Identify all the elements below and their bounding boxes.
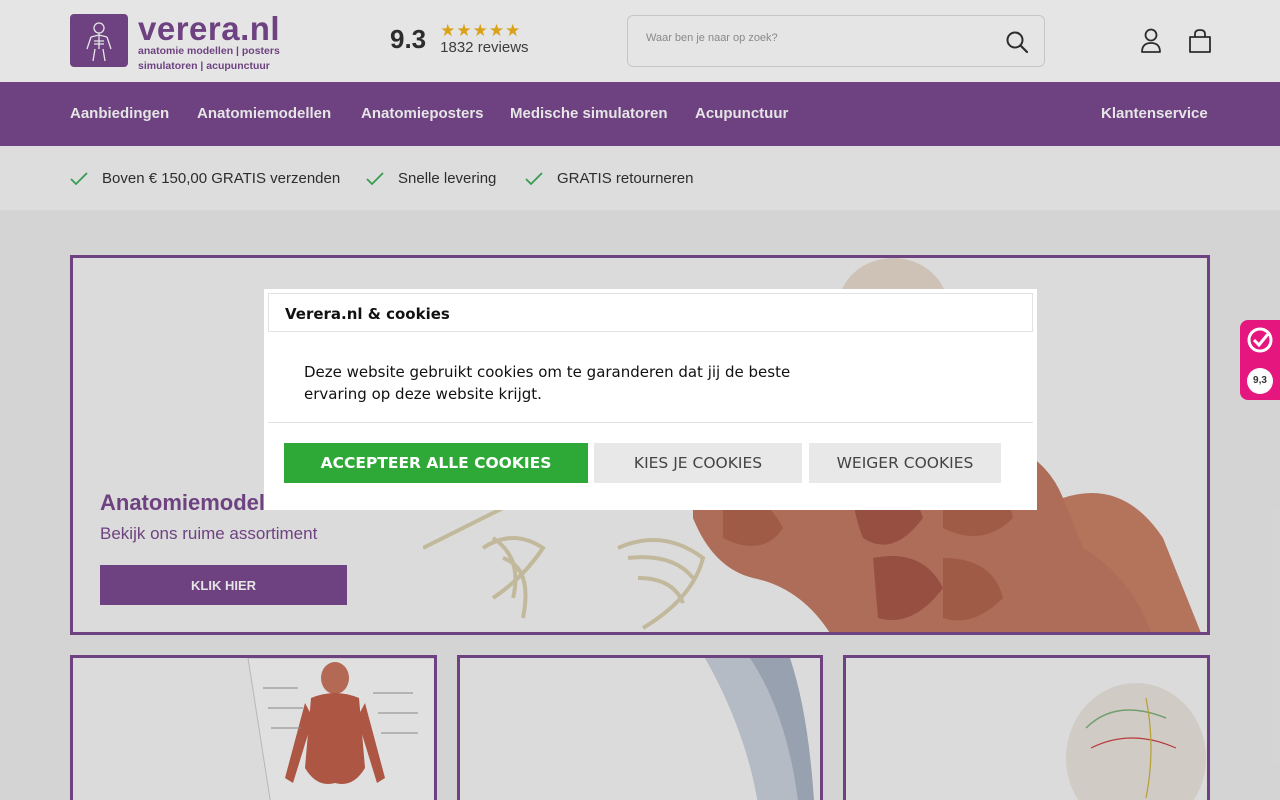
choose-cookies-button[interactable]: KIES JE COOKIES bbox=[594, 443, 802, 483]
widget-score: 9,3 bbox=[1247, 368, 1273, 394]
modal-divider bbox=[268, 422, 1033, 423]
cookie-consent-modal: Verera.nl & cookies Deze website gebruik… bbox=[264, 289, 1037, 510]
review-widget[interactable]: 9,3 bbox=[1240, 320, 1280, 400]
accept-all-cookies-button[interactable]: ACCEPTEER ALLE COOKIES bbox=[284, 443, 588, 483]
modal-description: Deze website gebruikt cookies om te gara… bbox=[304, 363, 791, 403]
review-badge-icon bbox=[1247, 327, 1273, 353]
refuse-cookies-button[interactable]: WEIGER COOKIES bbox=[809, 443, 1001, 483]
modal-title: Verera.nl & cookies bbox=[285, 305, 450, 323]
modal-header: Verera.nl & cookies bbox=[268, 293, 1033, 332]
